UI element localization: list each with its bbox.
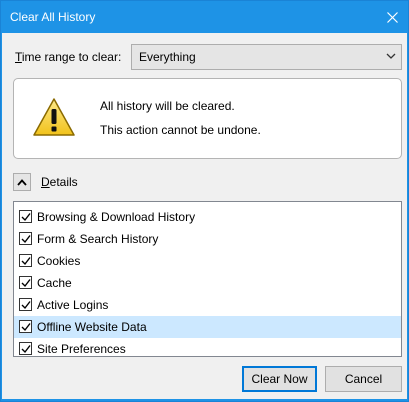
list-item[interactable]: Site Preferences	[14, 338, 401, 360]
list-item[interactable]: Cache	[14, 272, 401, 294]
warning-text-line2: This action cannot be undone.	[100, 123, 261, 137]
checkmark-icon	[21, 301, 31, 310]
checkmark-icon	[21, 279, 31, 288]
close-button[interactable]	[376, 1, 408, 33]
list-item-label: Form & Search History	[37, 232, 159, 246]
list-item-label: Offline Website Data	[37, 320, 147, 334]
time-range-label: Time range to clear:	[15, 50, 122, 64]
cancel-button[interactable]: Cancel	[325, 366, 402, 392]
list-item-label: Browsing & Download History	[37, 210, 196, 224]
warning-text-line1: All history will be cleared.	[100, 99, 235, 113]
list-item-label: Cache	[37, 276, 72, 290]
checkbox[interactable]	[19, 210, 32, 223]
clear-now-button[interactable]: Clear Now	[242, 366, 317, 392]
details-toggle-button[interactable]	[13, 173, 31, 191]
list-item[interactable]: Active Logins	[14, 294, 401, 316]
close-icon	[386, 11, 398, 23]
checkbox[interactable]	[19, 254, 32, 267]
checkmark-icon	[21, 345, 31, 354]
chevron-up-icon	[17, 178, 27, 186]
checkmark-icon	[21, 235, 31, 244]
list-item-label: Site Preferences	[37, 342, 126, 356]
dialog-window: Clear All History Time range to clear: E…	[0, 0, 409, 402]
checkmark-icon	[21, 323, 31, 332]
list-item-label: Active Logins	[37, 298, 109, 312]
window-title: Clear All History	[10, 10, 96, 24]
list-item[interactable]: Offline Website Data	[14, 316, 401, 338]
list-item[interactable]: Form & Search History	[14, 228, 401, 250]
list-item[interactable]: Browsing & Download History	[14, 206, 401, 228]
history-items-list[interactable]: Browsing & Download History Form & Search…	[13, 201, 402, 357]
checkmark-icon	[21, 257, 31, 266]
titlebar[interactable]: Clear All History	[1, 1, 408, 33]
dialog-body: Time range to clear: Everything All hist…	[2, 33, 407, 399]
time-range-value: Everything	[139, 50, 196, 64]
chevron-down-icon	[386, 53, 396, 59]
checkbox[interactable]	[19, 232, 32, 245]
checkbox[interactable]	[19, 276, 32, 289]
time-range-dropdown[interactable]: Everything	[131, 44, 402, 70]
list-item-label: Cookies	[37, 254, 81, 268]
checkbox[interactable]	[19, 342, 32, 355]
list-item[interactable]: Cookies	[14, 250, 401, 272]
checkbox[interactable]	[19, 320, 32, 333]
details-label: Details	[41, 175, 78, 189]
warning-icon	[33, 98, 75, 136]
checkmark-icon	[21, 213, 31, 222]
checkbox[interactable]	[19, 298, 32, 311]
warning-panel: All history will be cleared. This action…	[13, 78, 402, 159]
